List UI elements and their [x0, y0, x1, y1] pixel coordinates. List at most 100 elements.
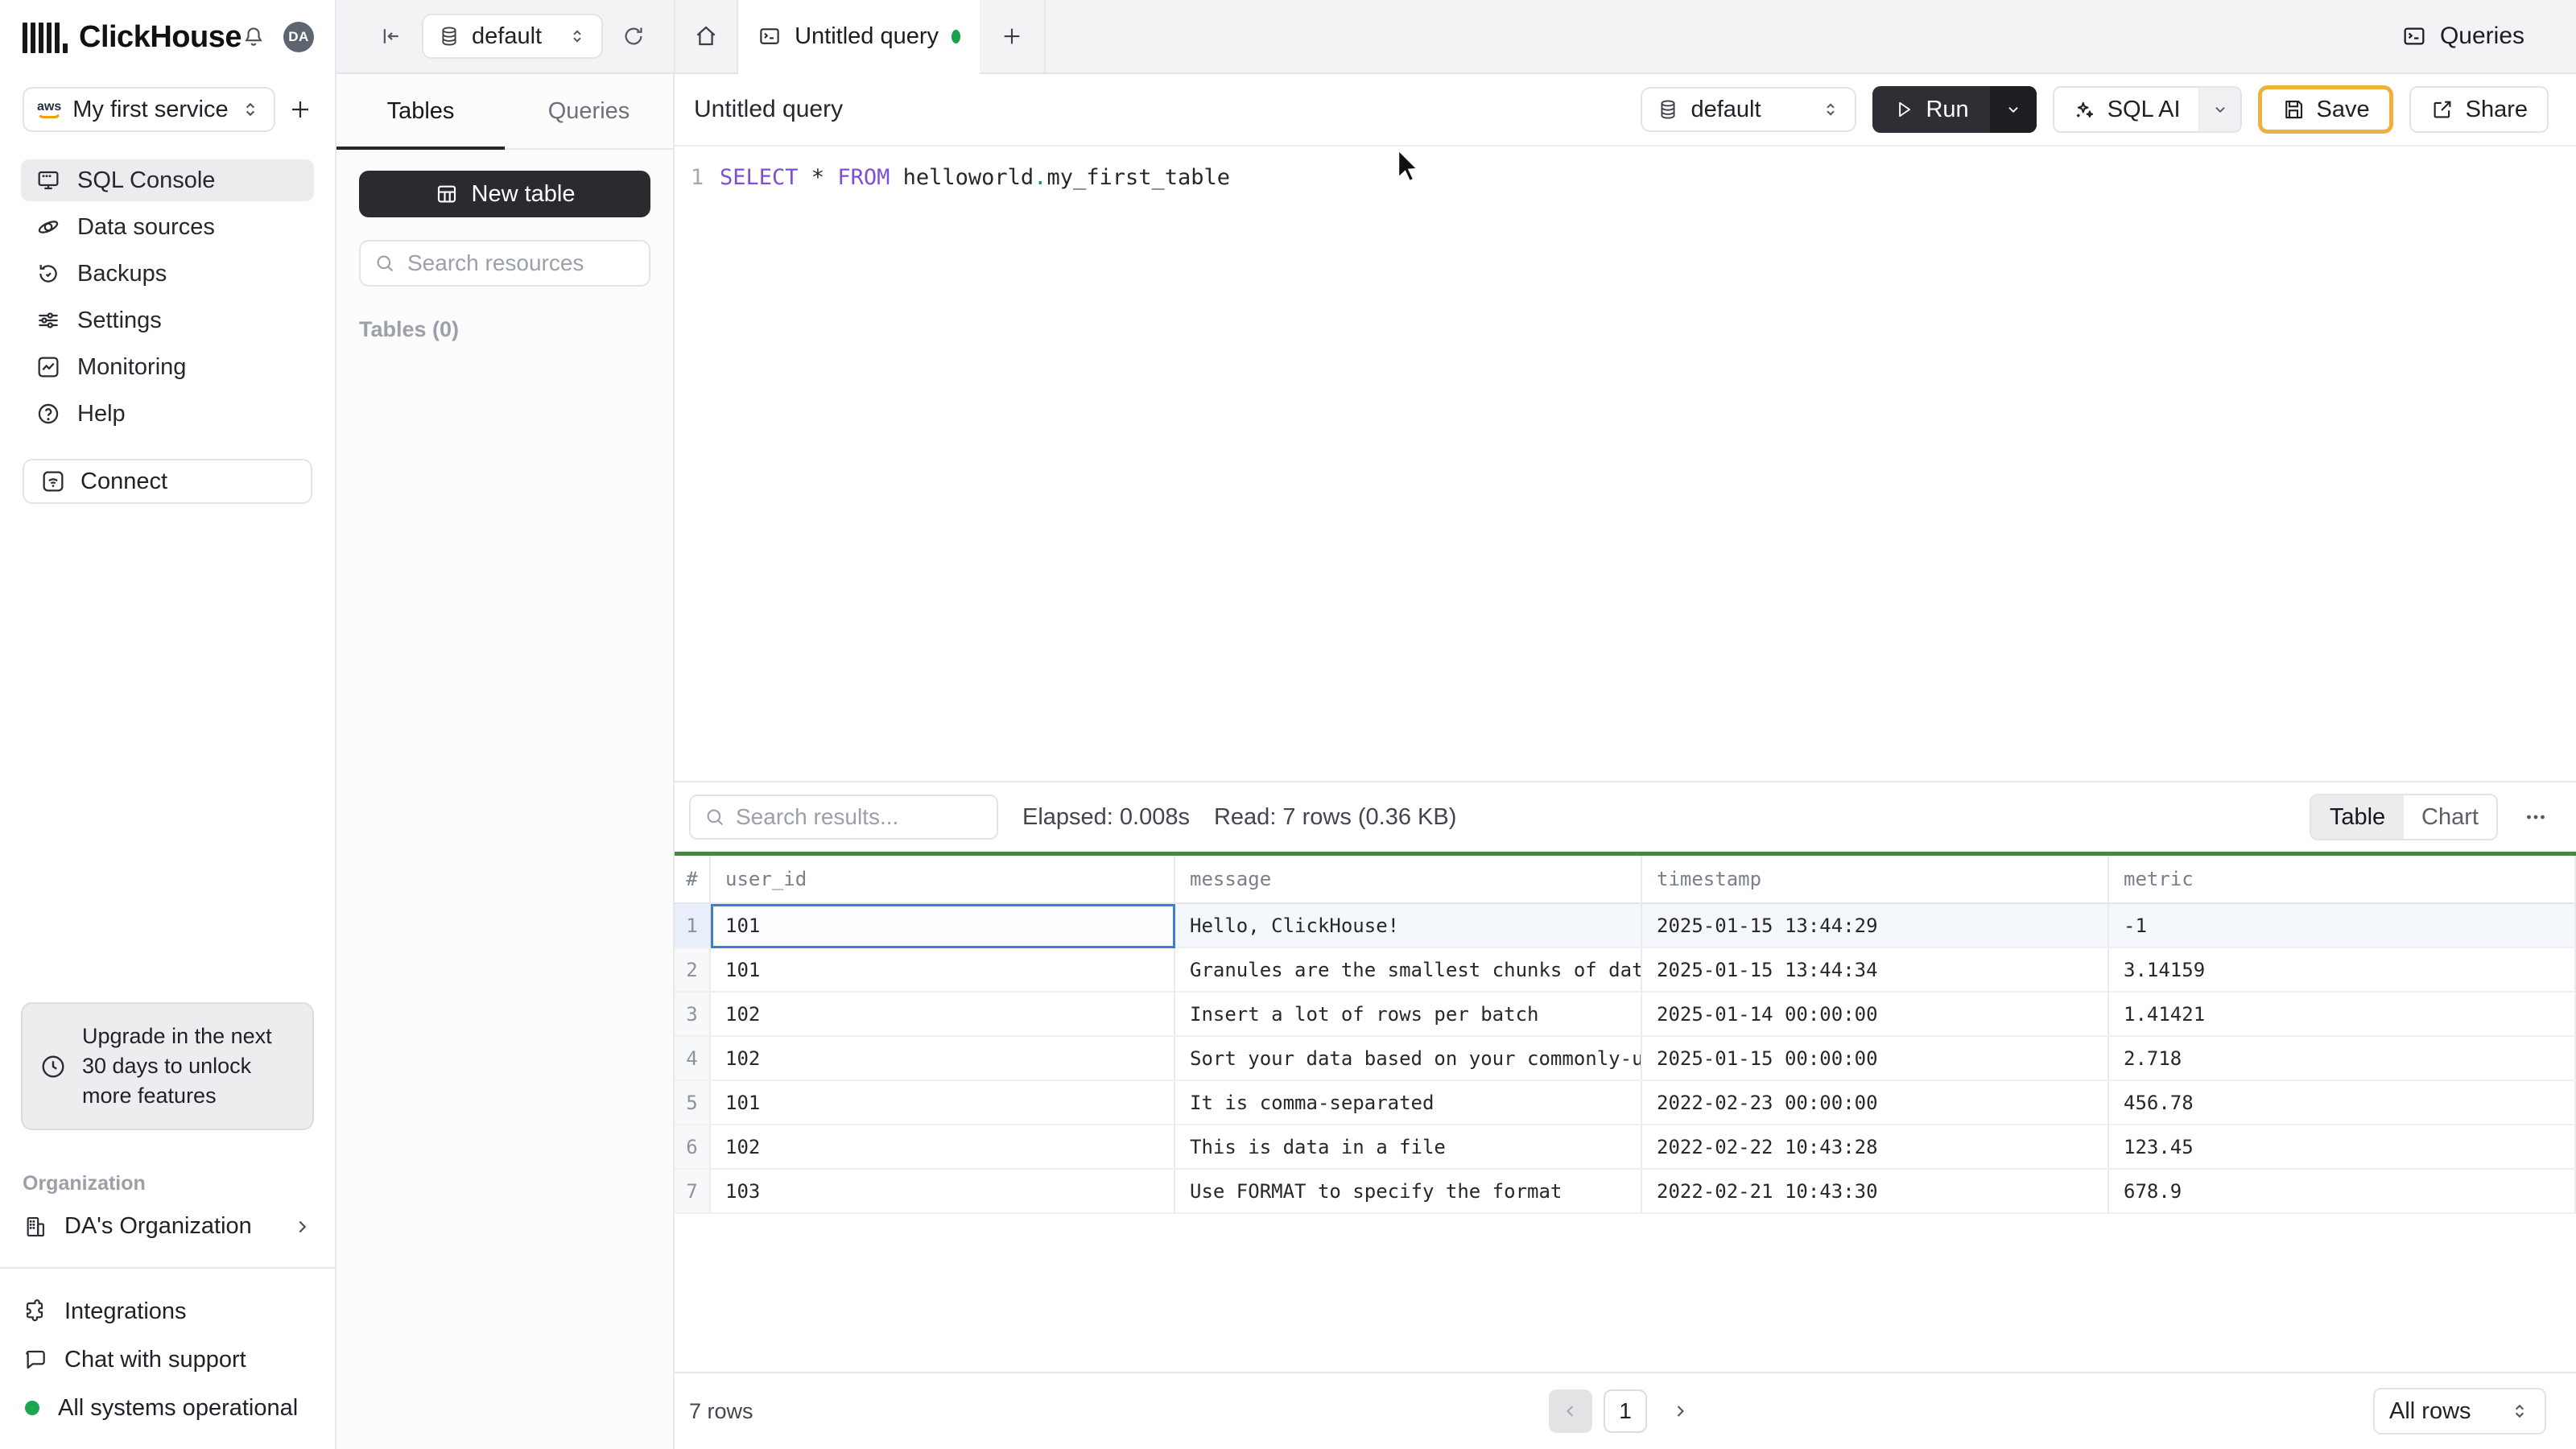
refresh-icon[interactable]: [609, 0, 658, 73]
row-number: 6: [675, 1125, 711, 1170]
save-button[interactable]: Save: [2257, 85, 2393, 134]
table-row: 1 101 Hello, ClickHouse! 2025-01-15 13:44:2…: [675, 904, 2576, 948]
page-size-value: All rows: [2389, 1397, 2471, 1424]
cell-timestamp[interactable]: 2025-01-15 13:44:34: [1642, 948, 2109, 993]
terminal-icon: [758, 24, 782, 48]
chevron-right-icon: [291, 1216, 312, 1237]
results-search-input[interactable]: [736, 804, 984, 830]
avatar[interactable]: DA: [283, 22, 314, 52]
resources-panel: TablesQueries New table Tables: [336, 74, 675, 1449]
read-stat: Read: 7 rows (0.36 KB): [1213, 803, 1457, 830]
cell-user_id[interactable]: 102: [711, 993, 1175, 1037]
more-options-icon[interactable]: [2522, 803, 2549, 831]
sql-dot: .: [1034, 165, 1047, 190]
new-tab-button[interactable]: [980, 0, 1046, 72]
database-icon: [438, 25, 460, 47]
cell-timestamp[interactable]: 2025-01-14 00:00:00: [1642, 993, 2109, 1037]
row-count-label: 7 rows: [689, 1398, 753, 1423]
sidebar-item-data-sources[interactable]: Data sources: [21, 206, 314, 248]
tab-untitled-query[interactable]: Untitled query: [738, 0, 980, 74]
editor-database-value: default: [1690, 96, 1761, 122]
page-number-button[interactable]: 1: [1604, 1389, 1647, 1433]
organization-row[interactable]: DA's Organization: [23, 1213, 312, 1240]
cell-message[interactable]: Use FORMAT to specify the format: [1175, 1170, 1642, 1214]
sql-schema: helloworld: [890, 165, 1034, 190]
cell-metric[interactable]: -1: [2109, 904, 2576, 948]
sidebar-item-backups[interactable]: Backups: [21, 253, 314, 295]
cell-message[interactable]: Hello, ClickHouse!: [1175, 904, 1642, 948]
results-toolbar: Elapsed: 0.008s Read: 7 rows (0.36 KB) T…: [675, 782, 2576, 852]
cell-metric[interactable]: 3.14159: [2109, 948, 2576, 993]
cell-message[interactable]: It is comma-separated: [1175, 1081, 1642, 1125]
queries-button[interactable]: Queries: [2385, 0, 2576, 72]
view-toggle-table[interactable]: Table: [2311, 795, 2404, 839]
results-section: Elapsed: 0.008s Read: 7 rows (0.36 KB) T…: [675, 781, 2576, 1449]
connect-button[interactable]: Connect: [23, 459, 312, 504]
cell-metric[interactable]: 123.45: [2109, 1125, 2576, 1170]
cell-timestamp[interactable]: 2022-02-21 10:43:30: [1642, 1170, 2109, 1214]
search-icon: [704, 806, 726, 828]
data-sources-icon: [35, 214, 61, 240]
footer-item-all-systems-operational[interactable]: All systems operational: [23, 1388, 312, 1428]
topbar-database-selector[interactable]: default: [422, 14, 604, 59]
resources-tab-tables[interactable]: Tables: [336, 74, 505, 150]
cell-metric[interactable]: 2.718: [2109, 1037, 2576, 1081]
sql-ai-chevron-icon[interactable]: [2198, 88, 2240, 131]
sidebar-item-sql-console[interactable]: SQL Console: [21, 159, 314, 201]
unsaved-dot-icon: [952, 29, 961, 43]
table-row: 5 101 It is comma-separated 2022-02-23 00:0…: [675, 1081, 2576, 1125]
sidebar-item-label: Monitoring: [77, 353, 187, 380]
cell-timestamp[interactable]: 2022-02-22 10:43:28: [1642, 1125, 2109, 1170]
run-label: Run: [1926, 96, 1969, 122]
row-number: 1: [675, 904, 711, 948]
cell-metric[interactable]: 456.78: [2109, 1081, 2576, 1125]
service-selector[interactable]: aws My first service: [23, 87, 275, 132]
sidebar-item-help[interactable]: Help: [21, 393, 314, 435]
new-table-button[interactable]: New table: [359, 171, 650, 217]
cell-message[interactable]: Insert a lot of rows per batch: [1175, 993, 1642, 1037]
cell-timestamp[interactable]: 2025-01-15 00:00:00: [1642, 1037, 2109, 1081]
share-label: Share: [2465, 96, 2528, 122]
share-button[interactable]: Share: [2409, 86, 2549, 133]
sql-editor[interactable]: 1 SELECT * FROM helloworld.my_first_tabl…: [675, 147, 2576, 781]
home-icon[interactable]: [675, 0, 739, 72]
cell-metric[interactable]: 1.41421: [2109, 993, 2576, 1037]
view-toggle-chart[interactable]: Chart: [2404, 795, 2496, 839]
next-page-icon[interactable]: [1658, 1389, 1702, 1433]
cell-message[interactable]: Granules are the smallest chunks of data…: [1175, 948, 1642, 993]
sidebar-item-settings[interactable]: Settings: [21, 299, 314, 341]
tab-title: Untitled query: [795, 23, 939, 49]
previous-page-icon[interactable]: [1549, 1389, 1592, 1433]
cell-timestamp[interactable]: 2025-01-15 13:44:29: [1642, 904, 2109, 948]
run-button[interactable]: Run: [1872, 86, 2037, 133]
table-icon: [435, 182, 459, 206]
wifi-icon: [40, 469, 66, 494]
page-size-selector[interactable]: All rows: [2373, 1388, 2546, 1435]
cell-metric[interactable]: 678.9: [2109, 1170, 2576, 1214]
resources-tab-queries[interactable]: Queries: [505, 74, 673, 148]
footer-item-label: Chat with support: [64, 1346, 246, 1373]
editor-database-selector[interactable]: default: [1641, 87, 1857, 132]
sidebar-item-monitoring[interactable]: Monitoring: [21, 346, 314, 388]
add-service-button[interactable]: [288, 97, 312, 122]
cell-user_id[interactable]: 101: [711, 948, 1175, 993]
footer-item-chat-with-support[interactable]: Chat with support: [23, 1340, 312, 1380]
cell-message[interactable]: This is data in a file: [1175, 1125, 1642, 1170]
cell-user_id[interactable]: 101: [711, 1081, 1175, 1125]
cell-user_id[interactable]: 102: [711, 1125, 1175, 1170]
column-header-index: #: [675, 856, 711, 904]
run-options-chevron-icon[interactable]: [1989, 86, 2037, 133]
cell-timestamp[interactable]: 2022-02-23 00:00:00: [1642, 1081, 2109, 1125]
resources-search-input[interactable]: [407, 250, 636, 276]
notifications-bell-icon[interactable]: [242, 25, 266, 49]
cell-user_id[interactable]: 101: [711, 904, 1175, 948]
cell-user_id[interactable]: 103: [711, 1170, 1175, 1214]
sql-code-line[interactable]: SELECT * FROM helloworld.my_first_table: [720, 161, 2576, 781]
cell-user_id[interactable]: 102: [711, 1037, 1175, 1081]
collapse-sidebar-icon[interactable]: [367, 0, 415, 73]
cell-message[interactable]: Sort your data based on your commonly-us…: [1175, 1037, 1642, 1081]
upgrade-notice[interactable]: Upgrade in the next 30 days to unlock mo…: [21, 1002, 314, 1130]
footer-item-integrations[interactable]: Integrations: [23, 1291, 312, 1331]
sql-ai-button[interactable]: SQL AI: [2052, 86, 2242, 133]
sidebar-item-label: SQL Console: [77, 167, 216, 193]
